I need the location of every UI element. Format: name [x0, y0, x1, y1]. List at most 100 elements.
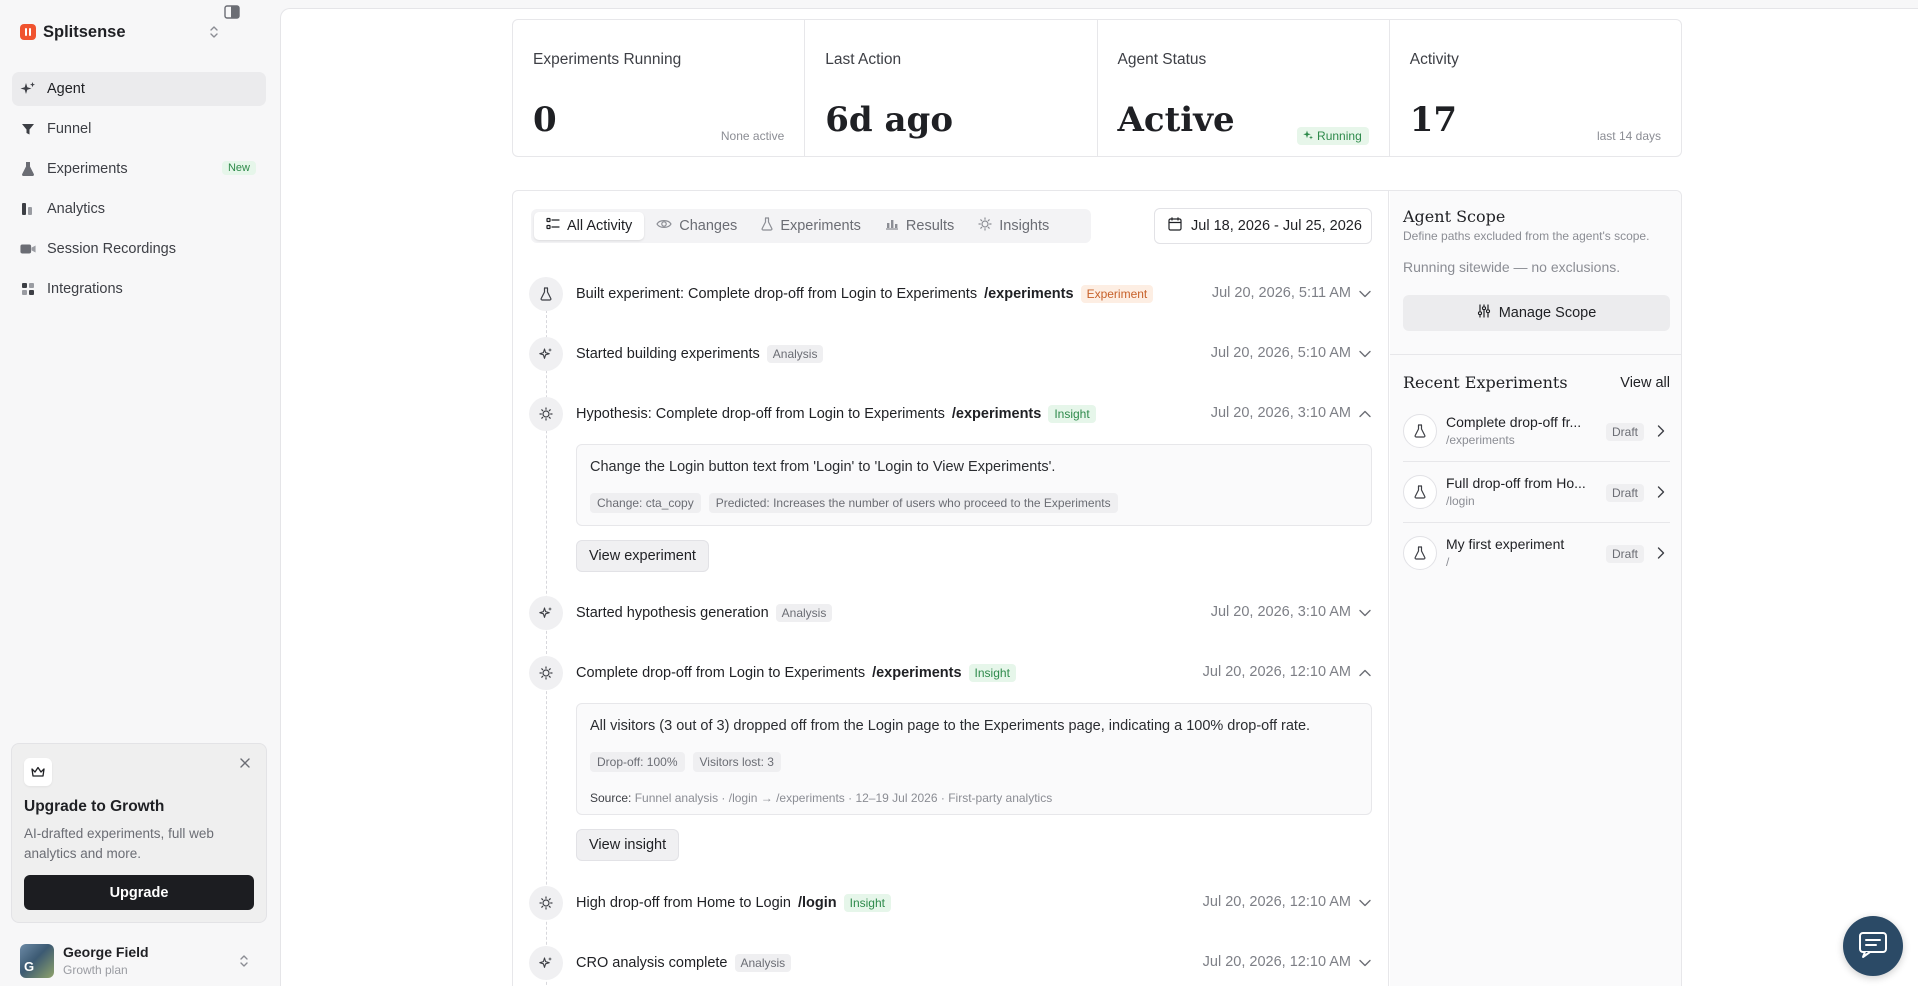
detail-chip: Drop-off: 100%: [590, 752, 685, 772]
date-range-picker[interactable]: Jul 18, 2026 - Jul 25, 2026: [1154, 208, 1372, 244]
nav-item-agent[interactable]: Agent: [12, 72, 266, 106]
activity-tag: Analysis: [734, 954, 792, 972]
nav-item-integrations[interactable]: Integrations: [12, 272, 266, 306]
user-menu[interactable]: G George Field Growth plan: [20, 944, 260, 978]
nav-item-experiments[interactable]: Experiments New: [12, 152, 266, 186]
activity-detail: All visitors (3 out of 3) dropped off fr…: [576, 703, 1372, 815]
tab-all-activity[interactable]: All Activity: [534, 212, 645, 240]
stat-label: Agent Status: [1117, 51, 1207, 68]
activity-row[interactable]: Built experiment: Complete drop-off from…: [513, 276, 1389, 312]
tab-insights[interactable]: Insights: [966, 212, 1061, 240]
activity-tag: Insight: [1048, 405, 1096, 423]
chevron-down-icon[interactable]: [1357, 345, 1373, 363]
chevron-up-down-icon[interactable]: [204, 22, 224, 42]
stat-experiments-running: Experiments Running 0 None active: [513, 20, 806, 156]
chevron-down-icon[interactable]: [1357, 285, 1373, 303]
nav-item-analytics[interactable]: Analytics: [12, 192, 266, 226]
flask-icon: [761, 217, 773, 235]
activity-row[interactable]: CRO analysis complete Analysis Jul 20, 2…: [513, 945, 1389, 981]
recent-experiment-item[interactable]: Complete drop-off fr... /experiments Dra…: [1403, 402, 1670, 462]
stat-last-action: Last Action 6d ago: [805, 20, 1098, 156]
tab-experiments[interactable]: Experiments: [749, 212, 873, 240]
chevron-up-icon[interactable]: [1357, 405, 1373, 423]
list-icon: [546, 217, 560, 235]
activity-title-group: Built experiment: Complete drop-off from…: [576, 285, 1154, 303]
activity-path: /experiments: [984, 286, 1074, 302]
flask-icon: [1403, 536, 1437, 570]
sidebar-toggle-icon[interactable]: [222, 2, 242, 22]
detail-text: All visitors (3 out of 3) dropped off fr…: [590, 718, 1311, 734]
new-badge: New: [221, 161, 256, 175]
chevron-right-icon: [1654, 483, 1668, 501]
experiment-name: My first experiment: [1446, 536, 1565, 552]
sparkle-icon: [20, 81, 36, 97]
activity-title: Started hypothesis generation: [576, 605, 769, 621]
experiment-name: Full drop-off from Ho...: [1446, 475, 1586, 491]
bar-chart-icon: [20, 201, 36, 217]
detail-chips: Change: cta_copy Predicted: Increases th…: [590, 493, 1118, 513]
activity-title-group: Started building experiments Analysis: [576, 345, 824, 363]
activity-row[interactable]: Started hypothesis generation Analysis J…: [513, 595, 1389, 631]
chevron-down-icon[interactable]: [1357, 604, 1373, 622]
workspace-switcher[interactable]: Splitsense: [20, 20, 260, 44]
avatar: G: [20, 944, 54, 978]
divider: [1390, 354, 1681, 355]
app-name: Splitsense: [43, 22, 126, 41]
stat-value: Active: [1117, 100, 1235, 140]
recent-experiment-item[interactable]: Full drop-off from Ho... /login Draft: [1403, 463, 1670, 523]
chevron-up-icon[interactable]: [1357, 664, 1373, 682]
activity-title-group: Hypothesis: Complete drop-off from Login…: [576, 405, 1096, 423]
experiment-path: /experiments: [1446, 433, 1515, 447]
activity-row[interactable]: Hypothesis: Complete drop-off from Login…: [513, 396, 1389, 432]
stat-activity: Activity 17 last 14 days: [1390, 20, 1681, 156]
tab-label: Insights: [999, 218, 1050, 234]
activity-title: CRO analysis complete: [576, 955, 728, 971]
nav-item-funnel[interactable]: Funnel: [12, 112, 266, 146]
manage-scope-button[interactable]: Manage Scope: [1403, 295, 1670, 331]
close-icon[interactable]: [236, 754, 254, 772]
activity-tag: Insight: [843, 894, 891, 912]
activity-date: Jul 20, 2026, 12:10 AM: [1202, 954, 1351, 970]
chevron-up-down-icon[interactable]: [236, 952, 252, 970]
tab-changes[interactable]: Changes: [644, 212, 749, 240]
nav-item-session-recordings[interactable]: Session Recordings: [12, 232, 266, 266]
sliders-icon: [1477, 304, 1491, 322]
view-all-link[interactable]: View all: [1620, 375, 1670, 391]
scope-title: Agent Scope: [1403, 207, 1506, 226]
chevron-down-icon[interactable]: [1357, 954, 1373, 972]
activity-date: Jul 20, 2026, 5:11 AM: [1211, 285, 1351, 301]
chevron-down-icon[interactable]: [1357, 894, 1373, 912]
detail-chip: Predicted: Increases the number of users…: [708, 493, 1118, 513]
activity-date: Jul 20, 2026, 5:10 AM: [1210, 345, 1351, 361]
view-experiment-button[interactable]: View experiment: [576, 540, 709, 572]
recent-experiment-item[interactable]: My first experiment / Draft: [1403, 524, 1670, 584]
view-insight-button[interactable]: View insight: [576, 829, 680, 861]
user-name: George Field: [63, 944, 149, 960]
sparkle-icon: [529, 337, 563, 371]
stat-agent-status: Agent Status Active Running: [1098, 20, 1390, 156]
activity-feed: All Activity Changes Experiments Results…: [513, 191, 1389, 986]
nav-label: Integrations: [47, 281, 123, 297]
source-label: Source:: [590, 791, 632, 805]
activity-title: Complete drop-off from Login to Experime…: [576, 665, 866, 681]
stats-bar: Experiments Running 0 None active Last A…: [512, 19, 1682, 157]
activity-row[interactable]: High drop-off from Home to Login /login …: [513, 885, 1389, 921]
activity-row[interactable]: Complete drop-off from Login to Experime…: [513, 655, 1389, 691]
nav-label: Session Recordings: [47, 241, 176, 257]
upgrade-button[interactable]: Upgrade: [24, 875, 254, 910]
upgrade-description: AI-drafted experiments, full web analyti…: [24, 826, 214, 861]
tab-label: All Activity: [567, 218, 633, 234]
stat-value: 0: [533, 100, 557, 140]
chevron-right-icon: [1654, 544, 1668, 562]
tab-results[interactable]: Results: [873, 212, 966, 240]
activity-tabs: All Activity Changes Experiments Results…: [531, 209, 1091, 243]
flask-icon: [1403, 414, 1437, 448]
lightbulb-icon: [529, 886, 563, 920]
activity-tag: Analysis: [775, 604, 833, 622]
activity-row[interactable]: Started building experiments Analysis Ju…: [513, 336, 1389, 372]
activity-detail: Change the Login button text from 'Login…: [576, 444, 1372, 526]
funnel-icon: [20, 121, 36, 137]
sparkle-icon: [529, 596, 563, 630]
chat-button[interactable]: [1843, 916, 1903, 976]
source-text: Funnel analysis · /login → /experiments …: [634, 791, 1053, 805]
